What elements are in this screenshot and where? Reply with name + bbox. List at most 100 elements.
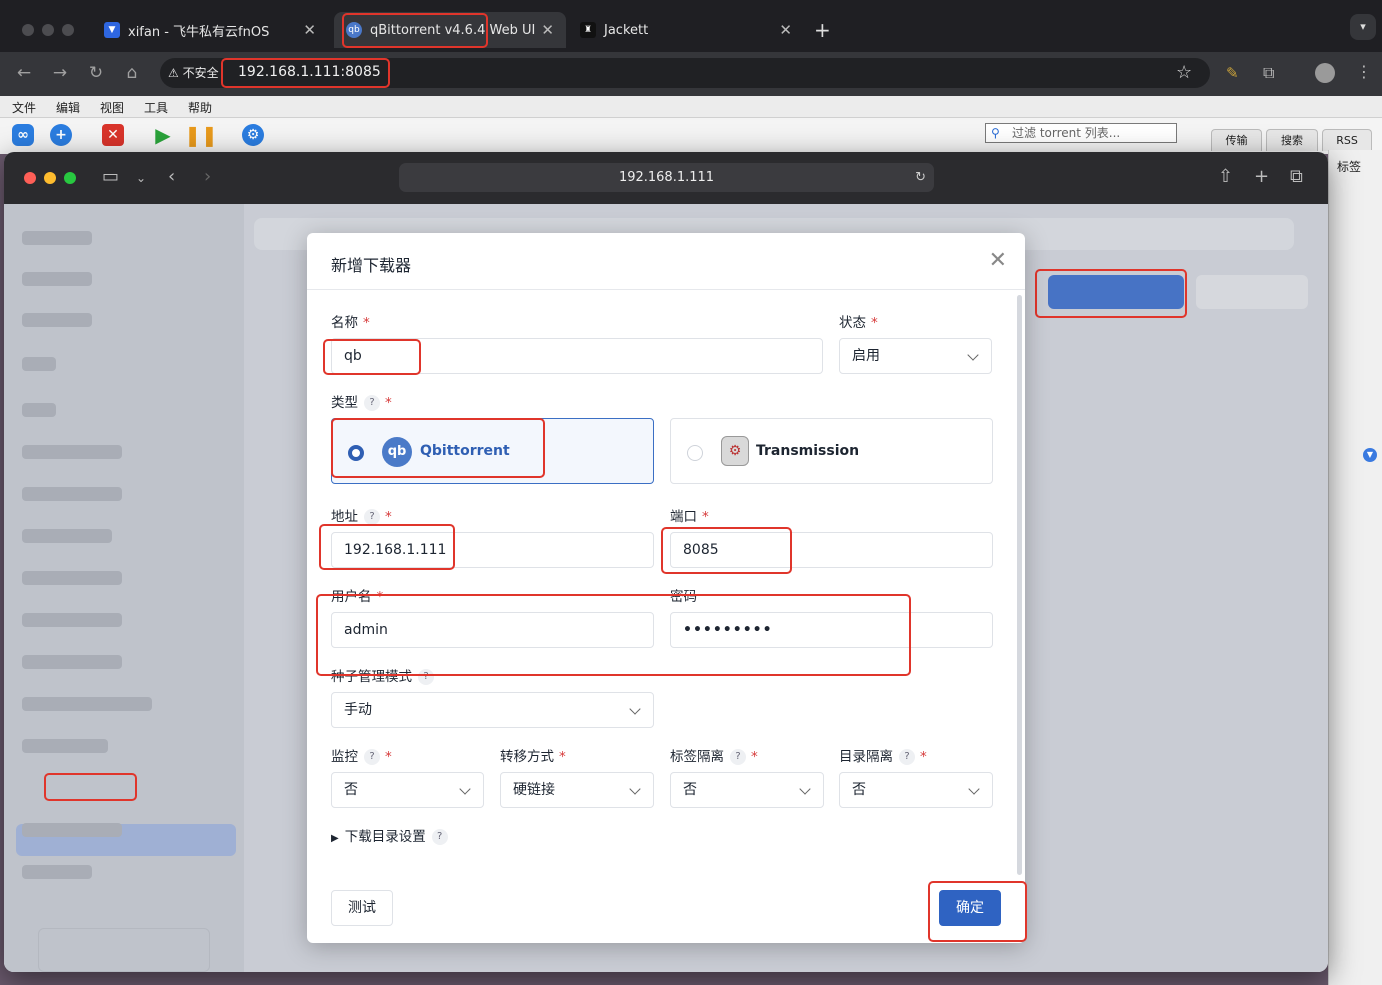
transfer-label: 转移方式 *: [500, 749, 566, 765]
scrollbar[interactable]: [1017, 295, 1022, 875]
zoom-window-button[interactable]: [62, 24, 74, 36]
safari-address-bar[interactable]: 192.168.1.111 ↻: [399, 163, 934, 192]
close-tab-icon[interactable]: ✕: [779, 21, 792, 39]
new-tab-icon[interactable]: +: [1254, 166, 1269, 187]
highlight-add-button: [1035, 269, 1187, 318]
delete-icon[interactable]: ✕: [102, 124, 124, 146]
sidebar-item[interactable]: [22, 822, 222, 838]
dropdown-icon[interactable]: ▼: [1363, 448, 1377, 462]
qb-menu-view[interactable]: 视图: [100, 99, 124, 116]
insecure-badge[interactable]: ⚠ 不安全: [168, 64, 219, 81]
add-link-icon[interactable]: ∞: [12, 124, 34, 146]
qb-tab-transfers[interactable]: 传输: [1211, 129, 1262, 151]
home-icon[interactable]: ⌂: [122, 63, 142, 83]
monitor-select[interactable]: 否: [331, 772, 484, 808]
back-icon[interactable]: ←: [14, 63, 34, 83]
close-tab-icon[interactable]: ✕: [541, 21, 554, 39]
close-icon[interactable]: ✕: [989, 248, 1007, 273]
tab-title: Jackett: [604, 22, 649, 38]
bookmark-star-icon[interactable]: ☆: [1176, 62, 1192, 83]
close-tab-icon[interactable]: ✕: [303, 21, 316, 39]
sidebar-toggle-icon[interactable]: ▭: [102, 166, 119, 187]
type-label: 类型? *: [331, 395, 392, 411]
back-icon[interactable]: ‹: [168, 166, 175, 187]
modal-title: 新增下载器: [331, 256, 412, 275]
qb-menu-edit[interactable]: 编辑: [56, 99, 80, 116]
safari-url-text: 192.168.1.111: [618, 170, 715, 185]
reload-icon[interactable]: ↻: [86, 63, 106, 83]
torrent-mode-select[interactable]: 手动: [331, 692, 654, 728]
profile-avatar[interactable]: [1315, 63, 1335, 83]
version-box: [38, 928, 210, 972]
tag-isolation-label: 标签隔离? *: [670, 749, 758, 765]
minimize-window-button[interactable]: [44, 172, 56, 184]
qb-menu-help[interactable]: 帮助: [188, 99, 212, 116]
sidebar-item[interactable]: [22, 230, 222, 246]
reload-icon[interactable]: ↻: [915, 163, 926, 192]
close-window-button[interactable]: [24, 172, 36, 184]
sidebar-item[interactable]: [22, 570, 222, 586]
sidebar-item[interactable]: [22, 486, 222, 502]
type-name: Transmission: [756, 443, 860, 459]
resume-icon[interactable]: ▶: [152, 123, 174, 147]
sidebar-item[interactable]: [22, 612, 222, 628]
pause-icon[interactable]: ❚❚: [184, 123, 218, 147]
qb-menu-file[interactable]: 文件: [12, 99, 36, 116]
forward-icon[interactable]: →: [50, 63, 70, 83]
port-label: 端口 *: [670, 509, 709, 525]
highlight-name: [323, 339, 421, 375]
sidebar-item[interactable]: [22, 271, 222, 287]
tab-jackett[interactable]: ♜ Jackett ✕: [568, 12, 804, 48]
qb-tab-search[interactable]: 搜索: [1266, 129, 1318, 151]
status-select[interactable]: 启用: [839, 338, 992, 374]
warning-icon: ⚠: [168, 66, 179, 80]
sidebar-item[interactable]: [22, 356, 222, 372]
tag-isolation-select[interactable]: 否: [670, 772, 824, 808]
test-button[interactable]: 测试: [331, 890, 393, 926]
torrent-filter-input[interactable]: ⚲ 过滤 torrent 列表...: [985, 123, 1177, 143]
minimize-window-button[interactable]: [42, 24, 54, 36]
add-torrent-icon[interactable]: +: [50, 124, 72, 146]
qb-tab-rss[interactable]: RSS: [1322, 129, 1372, 151]
sidebar-item[interactable]: [22, 864, 222, 880]
highlight-url: [221, 58, 390, 88]
forward-icon[interactable]: ›: [204, 166, 211, 187]
zoom-window-button[interactable]: [64, 172, 76, 184]
sidebar-item[interactable]: [22, 312, 222, 328]
tab-title: xifan - 飞牛私有云fnOS: [128, 24, 270, 40]
sidebar-item[interactable]: [22, 738, 222, 754]
qb-menu-tools[interactable]: 工具: [144, 99, 168, 116]
tab-search-icon[interactable]: ▾: [1350, 14, 1376, 40]
extension-icon[interactable]: ✎: [1226, 64, 1239, 82]
highlight-type: [331, 418, 545, 478]
highlight-credentials: [316, 594, 911, 676]
extensions-puzzle-icon[interactable]: ⧉: [1263, 63, 1274, 83]
monitor-label: 监控? *: [331, 749, 392, 765]
caret-right-icon: ▶: [331, 833, 339, 844]
tab-fnos[interactable]: ▼ xifan - 飞牛私有云fnOS ✕: [92, 12, 328, 48]
sidebar-item[interactable]: [22, 444, 222, 460]
sidebar-item[interactable]: [22, 402, 222, 418]
transfer-select[interactable]: 硬链接: [500, 772, 654, 808]
close-window-button[interactable]: [22, 24, 34, 36]
chevron-down-icon[interactable]: ⌄: [136, 171, 146, 185]
share-icon[interactable]: ⇧: [1218, 166, 1233, 187]
transmission-icon: ⚙: [721, 436, 749, 466]
sidebar-item[interactable]: [22, 654, 222, 670]
dir-isolation-label: 目录隔离? *: [839, 749, 927, 765]
address-label: 地址? *: [331, 509, 392, 525]
new-tab-icon[interactable]: +: [814, 18, 831, 42]
downloader-settings-button[interactable]: [1196, 275, 1308, 309]
name-label: 名称 *: [331, 315, 370, 331]
radio-unselected[interactable]: [687, 445, 703, 461]
dir-isolation-select[interactable]: 否: [839, 772, 993, 808]
download-dir-toggle[interactable]: ▶ 下载目录设置?: [331, 825, 448, 845]
type-option-transmission[interactable]: ⚙ Transmission: [670, 418, 993, 484]
tab-overview-icon[interactable]: ⧉: [1290, 166, 1303, 187]
settings-gear-icon[interactable]: ⚙: [242, 124, 264, 146]
chrome-menu-icon[interactable]: ⋮: [1356, 62, 1372, 81]
highlight-qb-tab: [342, 13, 488, 48]
sidebar-item[interactable]: [22, 528, 222, 544]
status-label: 状态 *: [839, 315, 878, 331]
sidebar-item[interactable]: [22, 696, 222, 712]
